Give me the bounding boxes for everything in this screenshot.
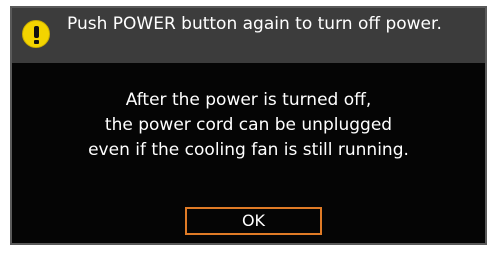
message-line-1: After the power is turned off, [125, 90, 372, 110]
dialog-header: Push POWER button again to turn off powe… [12, 8, 485, 63]
message-line-3: even if the cooling fan is still running… [88, 140, 409, 160]
ok-button[interactable]: OK [185, 207, 322, 235]
power-off-dialog: Push POWER button again to turn off powe… [10, 6, 487, 245]
message-line-2: the power cord can be unplugged [104, 115, 393, 135]
exclamation-bar [34, 26, 39, 38]
dialog-message: After the power is turned off, the power… [12, 88, 485, 163]
header-message: Push POWER button again to turn off powe… [67, 14, 442, 34]
exclamation-dot [34, 40, 39, 44]
warning-icon [22, 20, 50, 48]
